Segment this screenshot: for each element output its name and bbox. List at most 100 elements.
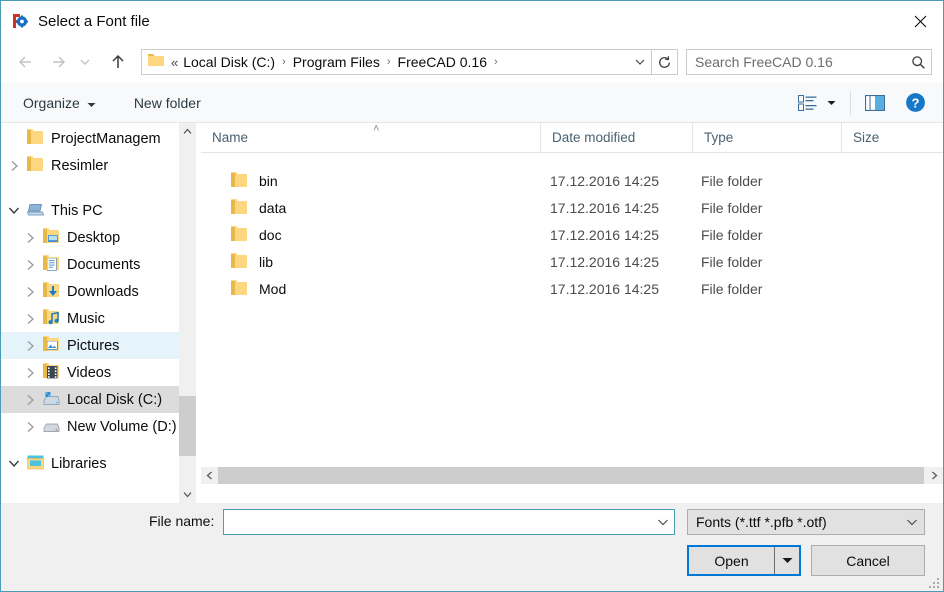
help-icon[interactable]: ?	[895, 88, 935, 118]
file-list-horizontal-scrollbar[interactable]	[201, 467, 943, 484]
recent-locations-icon[interactable]	[74, 48, 96, 76]
breadcrumb-overflow[interactable]: «	[171, 55, 178, 70]
sidebar-item-music[interactable]: Music	[1, 305, 179, 332]
search-input[interactable]	[687, 51, 905, 73]
scroll-right-arrow-icon[interactable]	[926, 467, 943, 484]
pc-icon	[27, 202, 44, 219]
svg-text:?: ?	[911, 95, 919, 110]
desktop-folder-icon	[43, 228, 60, 246]
file-name-input[interactable]	[224, 511, 652, 533]
chevron-down-icon[interactable]	[652, 510, 674, 534]
chevron-right-icon[interactable]	[17, 251, 43, 278]
breadcrumb-item-1[interactable]: Program Files	[292, 54, 381, 70]
address-bar[interactable]: « Local Disk (C:) › Program Files › Free…	[141, 49, 652, 75]
file-type-filter-dropdown[interactable]: Fonts (*.ttf *.pfb *.otf)	[687, 509, 925, 535]
chevron-right-icon[interactable]	[17, 332, 43, 359]
list-view-icon[interactable]	[790, 88, 821, 118]
chevron-right-icon[interactable]	[17, 386, 43, 413]
sidebar-item-label: Desktop	[67, 229, 121, 246]
file-type-cell: File folder	[701, 172, 763, 189]
breadcrumb-item-2[interactable]: FreeCAD 0.16	[397, 54, 488, 70]
table-row[interactable]: bin 17.12.2016 14:25 File folder	[201, 167, 943, 194]
table-row[interactable]: Mod 17.12.2016 14:25 File folder	[201, 275, 943, 302]
file-name-cell: bin	[201, 167, 278, 194]
refresh-icon[interactable]	[652, 49, 678, 75]
search-icon[interactable]	[905, 55, 931, 70]
file-name-combo[interactable]	[223, 509, 675, 535]
column-header-date-modified[interactable]: Date modified	[541, 123, 693, 152]
chevron-right-icon[interactable]	[17, 278, 43, 305]
sidebar-item-desktop[interactable]: Desktop	[1, 224, 179, 251]
folder-icon	[231, 172, 248, 188]
sidebar-item-local-disk-c[interactable]: Local Disk (C:)	[1, 386, 179, 413]
table-row[interactable]: data 17.12.2016 14:25 File folder	[201, 194, 943, 221]
file-type-cell: File folder	[701, 253, 763, 270]
sidebar-item-pictures[interactable]: Pictures	[1, 332, 179, 359]
sidebar-item-new-volume-d[interactable]: New Volume (D:)	[1, 413, 179, 440]
sidebar-item-projectmanagem[interactable]: ProjectManagem	[1, 125, 179, 152]
navigation-bar: « Local Disk (C:) › Program Files › Free…	[1, 41, 943, 83]
chevron-right-icon[interactable]	[1, 152, 27, 179]
file-date-cell: 17.12.2016 14:25	[550, 253, 659, 270]
scroll-left-arrow-icon[interactable]	[201, 467, 218, 484]
folder-icon	[231, 280, 248, 296]
horizontal-scrollbar-thumb[interactable]	[218, 467, 924, 484]
column-header-size[interactable]: Size	[842, 123, 943, 152]
breadcrumb-separator[interactable]: ›	[282, 56, 286, 68]
cancel-button[interactable]: Cancel	[811, 545, 925, 576]
view-mode-dropdown-icon[interactable]	[821, 88, 846, 118]
open-button-group[interactable]: Open	[687, 545, 801, 576]
file-name-cell: data	[201, 194, 286, 221]
file-date-cell: 17.12.2016 14:25	[550, 172, 659, 189]
sidebar-group-spacer	[1, 179, 179, 197]
chevron-right-icon[interactable]	[17, 413, 43, 440]
chevron-right-icon[interactable]	[17, 305, 43, 332]
file-rows: bin 17.12.2016 14:25 File folder data 17…	[201, 153, 943, 302]
sidebar-item-documents[interactable]: Documents	[1, 251, 179, 278]
file-name-cell: Mod	[201, 275, 286, 302]
chevron-down-icon[interactable]	[1, 450, 27, 477]
file-name-label: bin	[259, 172, 278, 189]
breadcrumb-item-0[interactable]: Local Disk (C:)	[182, 54, 276, 70]
open-dropdown-arrow-icon[interactable]	[774, 547, 799, 574]
sidebar-item-videos[interactable]: Videos	[1, 359, 179, 386]
organize-button[interactable]: Organize	[15, 88, 104, 118]
sidebar-item-label: Music	[67, 310, 105, 327]
scroll-up-arrow-icon[interactable]	[179, 123, 196, 140]
scroll-down-arrow-icon[interactable]	[179, 486, 196, 503]
pictures-folder-icon	[43, 336, 60, 354]
file-name-cell: lib	[201, 248, 273, 275]
close-button[interactable]	[897, 1, 943, 41]
new-folder-button[interactable]: New folder	[126, 88, 209, 118]
folder-icon	[231, 253, 248, 269]
chevron-down-icon[interactable]	[900, 518, 924, 527]
table-row[interactable]: doc 17.12.2016 14:25 File folder	[201, 221, 943, 248]
chevron-right-icon[interactable]	[17, 224, 43, 251]
forward-arrow-icon[interactable]	[44, 48, 72, 76]
column-header-name[interactable]: Name	[201, 123, 541, 152]
search-box[interactable]	[686, 49, 932, 75]
sidebar-item-label: This PC	[51, 202, 103, 219]
open-button[interactable]: Open	[689, 547, 774, 574]
resize-grip[interactable]	[928, 576, 940, 588]
sidebar-item-this-pc[interactable]: This PC	[1, 197, 179, 224]
column-header-type[interactable]: Type	[693, 123, 842, 152]
navigation-pane[interactable]: ProjectManagem Resimler This PC Desktop …	[1, 123, 179, 503]
back-arrow-icon[interactable]	[12, 48, 40, 76]
sidebar-scrollbar[interactable]	[179, 123, 196, 503]
file-type-filter-value: Fonts (*.ttf *.pfb *.otf)	[696, 514, 827, 530]
up-arrow-icon[interactable]	[104, 48, 132, 76]
sidebar-item-libraries[interactable]: Libraries	[1, 450, 179, 477]
sidebar-item-label: New Volume (D:)	[67, 418, 177, 435]
sidebar-scrollbar-thumb[interactable]	[179, 396, 196, 456]
chevron-down-icon[interactable]	[629, 50, 651, 74]
sidebar-item-label: Documents	[67, 256, 141, 273]
breadcrumb-separator[interactable]: ›	[387, 56, 391, 68]
chevron-right-icon[interactable]	[17, 359, 43, 386]
sidebar-item-resimler[interactable]: Resimler	[1, 152, 179, 179]
sidebar-item-downloads[interactable]: Downloads	[1, 278, 179, 305]
chevron-down-icon[interactable]	[1, 197, 27, 224]
preview-pane-icon[interactable]	[855, 88, 895, 118]
table-row[interactable]: lib 17.12.2016 14:25 File folder	[201, 248, 943, 275]
breadcrumb-separator[interactable]: ›	[494, 56, 498, 68]
